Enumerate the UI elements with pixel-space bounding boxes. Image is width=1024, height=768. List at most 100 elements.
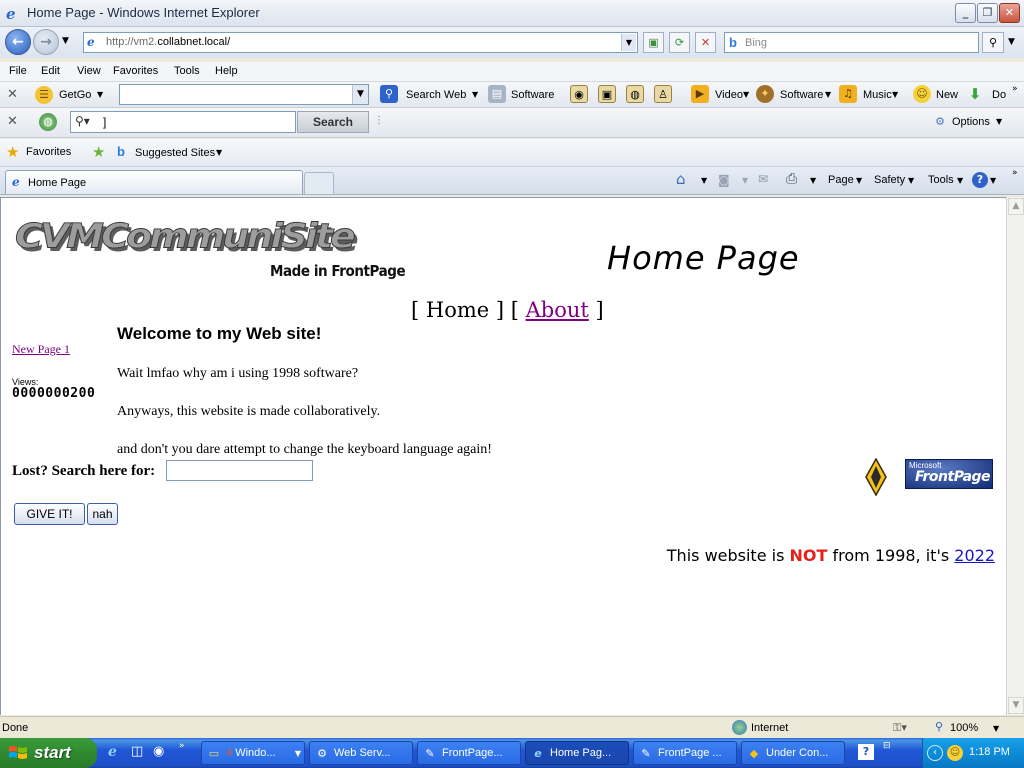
nav-about-link[interactable]: About: [526, 298, 589, 322]
forward-button[interactable]: →: [33, 29, 59, 55]
vertical-scrollbar[interactable]: ▲ ▼: [1006, 197, 1024, 715]
close-button[interactable]: ✕: [999, 3, 1020, 23]
language-bar-options-icon[interactable]: ⊟: [883, 741, 891, 751]
tray-expand-icon[interactable]: ‹: [927, 745, 943, 761]
tab-home-page[interactable]: e Home Page: [5, 170, 303, 194]
toolbar-grip-icon[interactable]: ⋮: [374, 115, 384, 126]
home-icon[interactable]: ⌂: [676, 170, 686, 188]
print-icon[interactable]: ⎙: [786, 171, 797, 187]
task-frontpage-2[interactable]: ✎ FrontPage ...: [633, 741, 737, 765]
search-options-icon[interactable]: ▼: [1008, 37, 1015, 47]
safety-dropdown-icon[interactable]: ▼: [908, 176, 914, 185]
menu-edit[interactable]: Edit: [41, 65, 60, 77]
address-field[interactable]: e http://vm2.collabnet.local/ ▼: [83, 32, 638, 53]
video-label[interactable]: Video: [715, 89, 743, 101]
back-button[interactable]: ←: [5, 29, 31, 55]
combo-dropdown-icon[interactable]: ▼: [352, 85, 368, 104]
ie-task-icon: e: [534, 747, 542, 760]
protected-mode-icon[interactable]: ⚿▾: [893, 721, 907, 735]
help-dropdown-icon[interactable]: ▼: [990, 176, 996, 185]
getgo-dropdown-icon[interactable]: ▼: [97, 90, 103, 99]
recent-pages-icon[interactable]: ▼: [62, 36, 69, 46]
search-web-dropdown-icon[interactable]: ▼: [472, 90, 478, 99]
task-web-server[interactable]: ⚙ Web Serv...: [309, 741, 413, 765]
video-dropdown-icon[interactable]: ▼: [743, 90, 749, 99]
scroll-down-icon[interactable]: ▼: [1008, 697, 1024, 714]
compatibility-view-icon[interactable]: ▣: [643, 32, 664, 53]
page-dropdown-icon[interactable]: ▼: [856, 176, 862, 185]
music-label[interactable]: Music: [863, 89, 892, 101]
getgo-search-combo[interactable]: ▼: [119, 84, 369, 105]
menu-tools[interactable]: Tools: [174, 65, 200, 77]
command-overflow-icon[interactable]: »: [1012, 168, 1018, 178]
toolbar-search-field[interactable]: ⚲▾ ]: [70, 111, 296, 133]
quicklaunch-ie-icon[interactable]: e: [108, 744, 117, 760]
download-label[interactable]: Do: [992, 89, 1006, 101]
quicklaunch-outlook-icon[interactable]: ◫: [131, 744, 143, 759]
new-label[interactable]: New: [936, 89, 958, 101]
refresh-icon[interactable]: ⟳: [669, 32, 690, 53]
rss-icon[interactable]: ◉: [570, 85, 588, 103]
getgo-label[interactable]: GetGo: [59, 89, 91, 101]
tools-menu[interactable]: Tools: [928, 174, 954, 186]
toolbar-search-button[interactable]: Search: [297, 111, 369, 133]
language-bar-icon[interactable]: ?: [858, 744, 874, 760]
minimize-button[interactable]: _: [955, 3, 976, 23]
site-search-input[interactable]: [166, 460, 313, 481]
sidebar-link-new-page[interactable]: New Page 1: [12, 342, 70, 357]
menu-file[interactable]: File: [9, 65, 27, 77]
stop-icon[interactable]: ✕: [695, 32, 716, 53]
options-dropdown-icon[interactable]: ▼: [996, 117, 1002, 126]
new-tab-button[interactable]: [304, 172, 334, 194]
music-dropdown-icon[interactable]: ▼: [892, 90, 898, 99]
person-icon[interactable]: ♙: [654, 85, 672, 103]
globe-icon[interactable]: ◍: [626, 85, 644, 103]
chat-icon[interactable]: ▣: [598, 85, 616, 103]
menu-view[interactable]: View: [77, 65, 101, 77]
close-search-toolbar-icon[interactable]: ✕: [7, 114, 18, 129]
quicklaunch-overflow-icon[interactable]: »: [179, 741, 185, 751]
search-web-label[interactable]: Search Web: [406, 89, 466, 101]
options-label[interactable]: Options: [952, 116, 990, 128]
suggested-sites-dropdown-icon[interactable]: ▼: [216, 148, 222, 157]
safety-menu[interactable]: Safety: [874, 174, 905, 186]
help-icon[interactable]: ?: [972, 172, 988, 188]
task-under-construction[interactable]: ◆ Under Con...: [741, 741, 845, 765]
quicklaunch-media-icon[interactable]: ◉: [153, 744, 164, 759]
bing-search-field[interactable]: b Bing: [724, 32, 979, 53]
toolbar-overflow-icon[interactable]: »: [1012, 84, 1018, 94]
task-windows-explorer[interactable]: ▭ 4 Windo... ▼: [201, 741, 305, 765]
tools-dropdown-icon[interactable]: ▼: [957, 176, 963, 185]
menu-help[interactable]: Help: [215, 65, 238, 77]
menu-favorites[interactable]: Favorites: [113, 65, 158, 77]
scroll-up-icon[interactable]: ▲: [1008, 198, 1024, 215]
close-toolbar-icon[interactable]: ✕: [7, 87, 18, 102]
nah-button[interactable]: nah: [87, 503, 118, 525]
mail-icon[interactable]: ✉: [758, 172, 768, 186]
site-globe-icon[interactable]: ◍: [39, 113, 57, 131]
feeds-dropdown-icon[interactable]: ▼: [742, 176, 748, 185]
favorites-button[interactable]: Favorites: [26, 146, 71, 158]
suggested-sites-link[interactable]: Suggested Sites: [135, 147, 215, 159]
task-group-dropdown-icon[interactable]: ▼: [295, 749, 301, 758]
search-go-icon[interactable]: ⚲: [982, 32, 1004, 53]
tray-app-icon[interactable]: ☺: [947, 745, 963, 761]
start-button[interactable]: start: [0, 738, 97, 768]
add-favorite-icon[interactable]: ★: [92, 143, 105, 161]
restore-button[interactable]: ❐: [977, 3, 998, 23]
home-dropdown-icon[interactable]: ▼: [701, 176, 707, 185]
zoom-dropdown-icon[interactable]: ▼: [993, 724, 999, 733]
feeds-icon[interactable]: ◙: [718, 173, 730, 187]
task-frontpage-1[interactable]: ✎ FrontPage...: [417, 741, 521, 765]
zoom-level[interactable]: 100%: [950, 722, 978, 734]
software2-dropdown-icon[interactable]: ▼: [825, 90, 831, 99]
software-label[interactable]: Software: [511, 89, 554, 101]
search-scope-icon[interactable]: ⚲▾: [75, 114, 90, 128]
task-home-page[interactable]: e Home Pag...: [525, 741, 629, 765]
software2-label[interactable]: Software: [780, 89, 823, 101]
address-dropdown-icon[interactable]: ▼: [621, 34, 636, 51]
give-it-button[interactable]: GIVE IT!: [14, 503, 85, 525]
page-menu[interactable]: Page: [828, 174, 854, 186]
print-dropdown-icon[interactable]: ▼: [810, 176, 816, 185]
footer-year-link[interactable]: 2022: [954, 546, 995, 565]
